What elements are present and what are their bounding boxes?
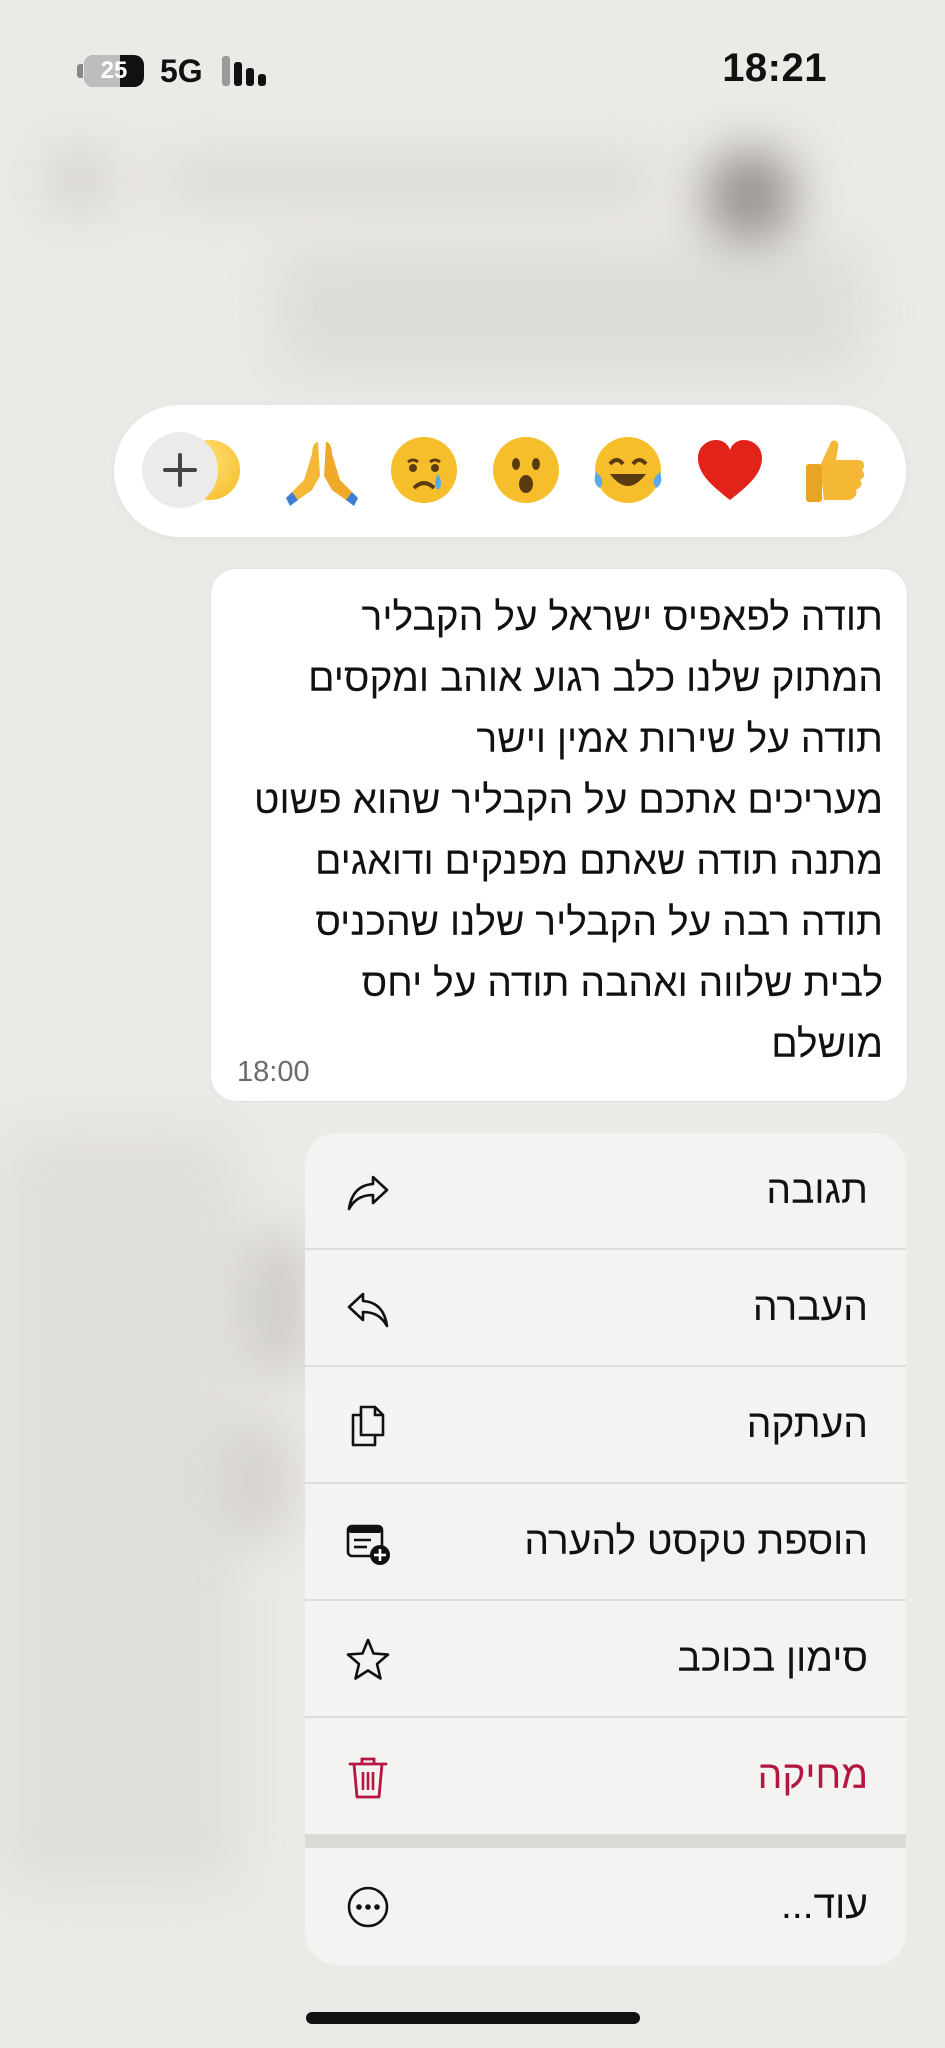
status-time: 18:21: [722, 46, 827, 90]
battery-icon: 25: [84, 55, 144, 87]
emoji-surprised-face-icon[interactable]: [488, 432, 564, 508]
menu-item-label: תגובה: [766, 1169, 868, 1212]
message-line: תודה לפאפיס ישראל על הקבליר: [361, 596, 883, 639]
menu-item-label: עוד...: [781, 1884, 868, 1927]
message-line: לבית שלווה ואהבה תודה על יחס: [361, 962, 883, 1005]
emoji-tears-of-joy-icon[interactable]: [590, 432, 666, 508]
message-line: תודה על שירות אמין וישר: [476, 718, 883, 761]
menu-item-label: מחיקה: [757, 1754, 868, 1797]
message-line: המתוק שלנו כלב רגוע אוהב ומקסים: [308, 657, 883, 700]
emoji-red-heart-icon[interactable]: [692, 432, 768, 508]
menu-item-label: העברה: [752, 1286, 868, 1329]
message-bubble[interactable]: תודה לפאפיס ישראל על הקבליר המתוק שלנו כ…: [210, 568, 908, 1102]
trash-icon: [348, 1757, 388, 1799]
menu-item-label: הוספת טקסט להערה: [524, 1520, 868, 1563]
message-line: מתנה תודה שאתם מפנקים ודואגים: [314, 840, 883, 883]
reply-arrow-icon: [347, 1175, 389, 1211]
emoji-pray-icon[interactable]: [284, 432, 360, 508]
home-indicator[interactable]: [306, 2012, 640, 2024]
menu-item-label: סימון בכוכב: [677, 1637, 868, 1680]
menu-item-add-note-text[interactable]: הוספת טקסט להערה: [305, 1484, 906, 1600]
menu-item-label: העתקה: [746, 1403, 868, 1446]
forward-arrow-icon: [347, 1292, 389, 1328]
menu-item-star[interactable]: סימון בכוכב: [305, 1601, 906, 1717]
menu-item-reply[interactable]: תגובה: [305, 1133, 906, 1249]
star-icon: [346, 1638, 390, 1680]
menu-item-forward[interactable]: העברה: [305, 1250, 906, 1366]
message-line: מושלם: [771, 1023, 883, 1066]
battery-level: 25: [100, 57, 128, 84]
network-type: 5G: [160, 53, 203, 89]
battery-tip: [77, 64, 83, 78]
menu-item-delete[interactable]: מחיקה: [305, 1718, 906, 1834]
message-timestamp: 18:00: [237, 1056, 310, 1088]
copy-icon: [351, 1405, 385, 1447]
menu-item-more[interactable]: עוד...: [305, 1848, 906, 1964]
status-bar: 25 5G 18:21: [0, 0, 945, 140]
message-line: תודה רבה על הקבליר שלנו שהכניס: [315, 901, 883, 944]
signal-strength-icon: [222, 56, 270, 86]
emoji-crying-face-icon[interactable]: [386, 432, 462, 508]
menu-section-separator: [305, 1834, 906, 1848]
emoji-thumbs-up-icon[interactable]: [794, 432, 870, 508]
more-icon: [347, 1886, 389, 1928]
message-text: תודה לפאפיס ישראל על הקבליר המתוק שלנו כ…: [223, 587, 883, 1075]
menu-item-copy[interactable]: העתקה: [305, 1367, 906, 1483]
add-reaction-button[interactable]: [142, 432, 218, 508]
message-context-menu: תגובה העברה העתקה הוספת טקסט להערה סימון…: [305, 1133, 906, 1965]
add-note-icon: [346, 1524, 390, 1565]
message-line: מעריכים אתכם על הקבליר שהוא פשוט: [253, 779, 883, 822]
